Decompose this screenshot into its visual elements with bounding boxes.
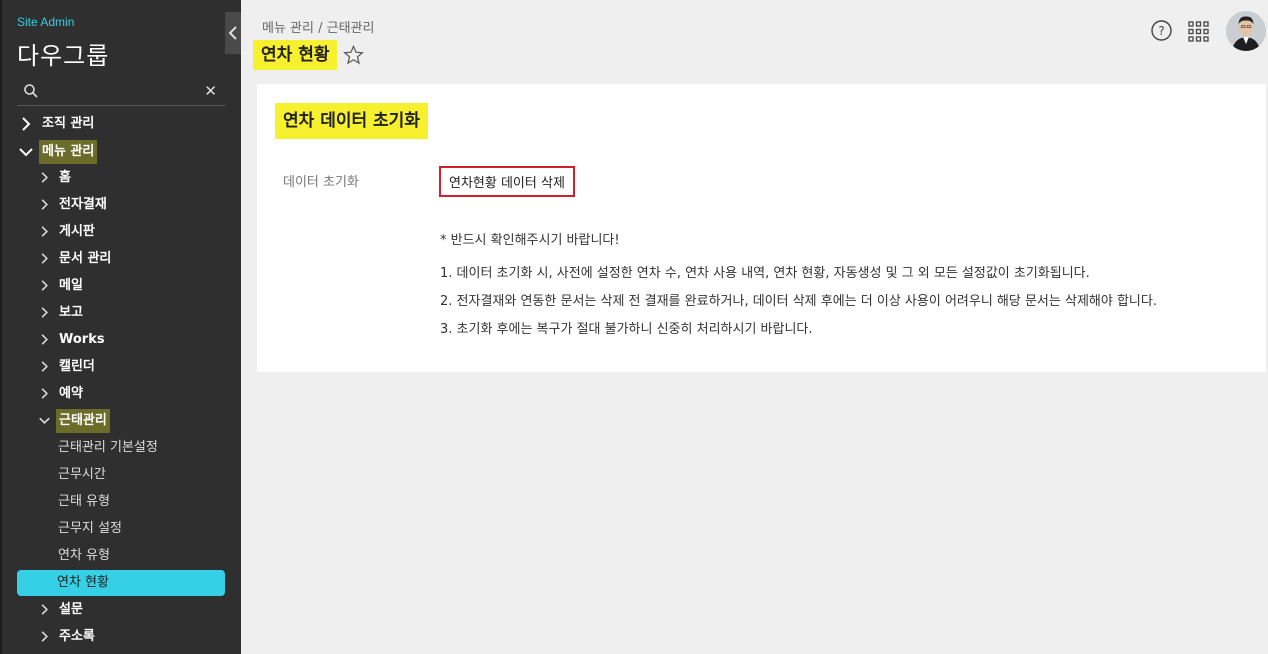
sidebar-subitem-leave-types[interactable]: 연차 유형	[58, 542, 110, 569]
chevron-down-icon	[39, 417, 50, 424]
field-label: 데이터 초기화	[283, 175, 359, 190]
sidebar-collapse-button[interactable]	[225, 12, 241, 54]
sidebar-item-home[interactable]: 홈	[39, 164, 74, 191]
chevron-right-icon	[41, 172, 48, 183]
sidebar-item-works[interactable]: Works	[39, 326, 108, 353]
sidebar-item-report[interactable]: 보고	[39, 299, 86, 326]
site-admin-label: Site Admin	[17, 15, 75, 29]
svg-text:?: ?	[1158, 24, 1164, 38]
sidebar-item-label: Works	[59, 331, 105, 347]
chevron-left-icon	[228, 26, 237, 40]
sidebar-item-org[interactable]: 조직 관리	[19, 110, 97, 137]
star-icon[interactable]	[343, 45, 364, 65]
sidebar-item-label: 캘린더	[59, 358, 95, 374]
chevron-right-icon	[41, 388, 48, 399]
user-avatar-icon	[1226, 11, 1266, 51]
sidebar-item-reservation[interactable]: 예약	[39, 380, 86, 407]
chevron-right-icon	[41, 226, 48, 237]
chevron-right-icon	[22, 116, 31, 131]
sidebar-item-approval[interactable]: 전자결재	[39, 191, 110, 218]
group-name: 다우그룹	[17, 42, 110, 70]
content-card: 연차 데이터 초기화 데이터 초기화 연차현황 데이터 삭제 * 반드시 확인해…	[257, 84, 1266, 372]
clear-search-icon[interactable]: ✕	[204, 82, 217, 100]
chevron-down-icon	[19, 147, 33, 156]
sidebar-item-board[interactable]: 게시판	[39, 218, 98, 245]
page-title: 연차 현황	[253, 40, 338, 70]
sidebar-subitem-leave-status[interactable]: 연차 현황	[17, 570, 225, 596]
sidebar-item-label: 조직 관리	[42, 115, 95, 131]
notice-item: 1. 데이터 초기화 시, 사전에 설정한 연차 수, 연차 사용 내역, 연차…	[440, 266, 1090, 281]
notice-heading: * 반드시 확인해주시기 바랍니다!	[440, 233, 620, 248]
sidebar-search-input[interactable]	[43, 82, 203, 102]
sidebar-item-label: 메일	[59, 277, 83, 293]
notice-item: 2. 전자결재와 연동한 문서는 삭제 전 결재를 완료하거나, 데이터 삭제 …	[440, 294, 1157, 309]
apps-grid-icon[interactable]	[1188, 21, 1209, 42]
chevron-right-icon	[41, 280, 48, 291]
sidebar-item-survey[interactable]: 설문	[39, 596, 86, 623]
sidebar-item-address-book[interactable]: 주소록	[39, 623, 98, 650]
sidebar-edge	[0, 0, 2, 654]
sidebar-search: ✕	[17, 78, 225, 106]
sidebar-item-label: 전자결재	[59, 196, 107, 212]
chevron-right-icon	[41, 604, 48, 615]
sidebar-item-mail[interactable]: 메일	[39, 272, 86, 299]
chevron-right-icon	[41, 361, 48, 372]
sidebar-item-calendar[interactable]: 캘린더	[39, 353, 98, 380]
sidebar-item-label: 게시판	[59, 223, 95, 239]
sidebar-item-label: 설문	[59, 601, 83, 617]
sidebar-item-label: 메뉴 관리	[39, 139, 98, 164]
sidebar-item-label: 주소록	[59, 628, 95, 644]
help-icon[interactable]: ?	[1151, 20, 1172, 41]
delete-leave-data-button[interactable]: 연차현황 데이터 삭제	[439, 166, 575, 197]
sidebar-subitem-attendance-types[interactable]: 근태 유형	[58, 488, 110, 515]
search-icon	[24, 84, 38, 98]
avatar[interactable]	[1226, 11, 1266, 51]
sidebar-item-label: 예약	[59, 385, 83, 401]
sidebar-item-menu-management[interactable]: 메뉴 관리	[19, 138, 98, 165]
sidebar-item-label: 문서 관리	[59, 250, 112, 266]
chevron-right-icon	[41, 334, 48, 345]
breadcrumb: 메뉴 관리 / 근태관리	[262, 21, 375, 36]
section-title: 연차 데이터 초기화	[275, 103, 428, 139]
sidebar-subitem-attendance-settings[interactable]: 근태관리 기본설정	[58, 434, 158, 461]
sidebar: Site Admin 다우그룹 ✕ 조직 관리 메뉴 관리 홈 전자결재 게시판…	[0, 0, 241, 654]
sidebar-item-attendance[interactable]: 근태관리	[39, 407, 110, 434]
notice-item: 3. 초기화 후에는 복구가 절대 불가하니 신중히 처리하시기 바랍니다.	[440, 322, 813, 337]
sidebar-item-label: 홈	[59, 169, 71, 185]
sidebar-item-documents[interactable]: 문서 관리	[39, 245, 114, 272]
sidebar-subitem-work-hours[interactable]: 근무시간	[58, 461, 106, 488]
chevron-right-icon	[41, 307, 48, 318]
sidebar-subitem-workplace-settings[interactable]: 근무지 설정	[58, 515, 122, 542]
sidebar-item-label: 보고	[59, 304, 83, 320]
sidebar-item-label: 근태관리	[56, 408, 110, 433]
chevron-right-icon	[41, 631, 48, 642]
chevron-right-icon	[41, 199, 48, 210]
chevron-right-icon	[41, 253, 48, 264]
